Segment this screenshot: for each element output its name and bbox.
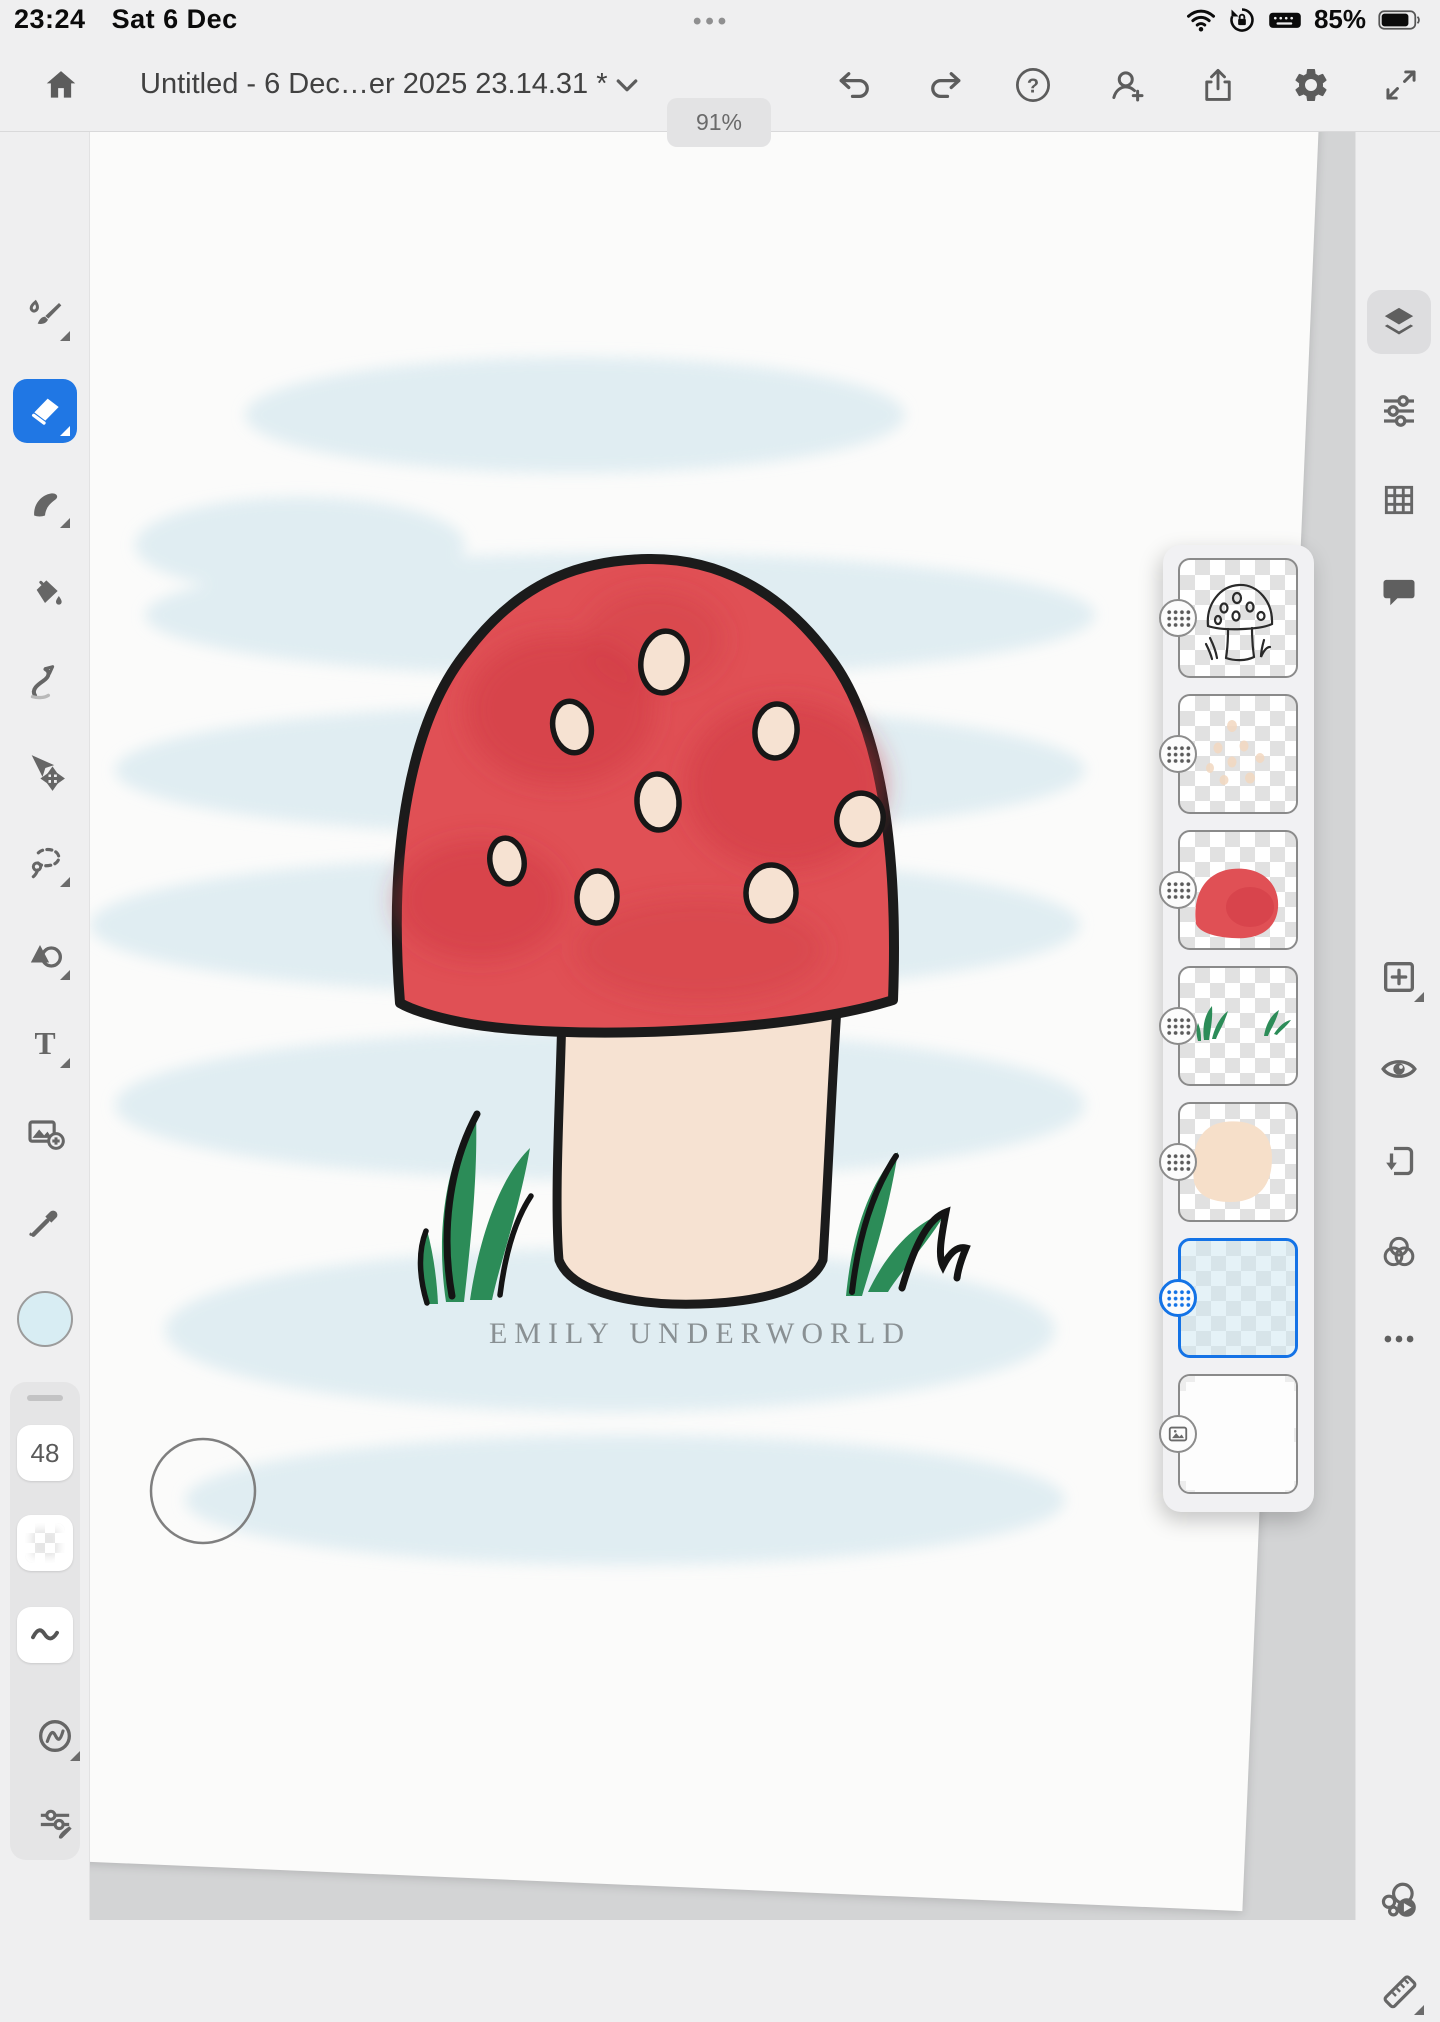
status-time: 23:24	[14, 4, 86, 34]
panel-drag-handle[interactable]	[27, 1395, 63, 1401]
layer-visibility-button[interactable]	[1367, 1037, 1431, 1101]
battery-icon	[1378, 8, 1422, 32]
tool-submenu-triangle	[1414, 2005, 1424, 2015]
layers-panel-button[interactable]	[1367, 290, 1431, 354]
liquify-tool-button[interactable]	[13, 650, 77, 714]
layer-badge-selected[interactable]	[1159, 1279, 1197, 1317]
timelapse-button[interactable]	[1367, 1868, 1431, 1932]
keyboard-icon	[1268, 8, 1302, 32]
tools-sidebar: T 48	[0, 132, 90, 1920]
fullscreen-expand-icon[interactable]	[1378, 62, 1424, 108]
layer-texture-dots	[1165, 881, 1191, 899]
layer-row-stem-fill[interactable]	[1159, 1102, 1314, 1222]
layer-badge[interactable]	[1159, 599, 1197, 637]
adjustments-button[interactable]	[1367, 379, 1431, 443]
status-bar: 23:24 Sat 6 Dec ••• 85%	[0, 0, 1440, 38]
add-layer-button[interactable]	[1367, 945, 1431, 1009]
layer-texture-dots	[1165, 609, 1191, 627]
tool-submenu-triangle	[1414, 992, 1424, 1002]
brush-settings-button[interactable]	[23, 1790, 87, 1854]
eraser-tool-button[interactable]	[13, 379, 77, 443]
layer-row-blue-wash[interactable]	[1159, 1238, 1314, 1358]
help-button[interactable]: ?	[1010, 62, 1056, 108]
layer-texture-dots	[1165, 745, 1191, 763]
eyedropper-tool-button[interactable]	[13, 1191, 77, 1255]
layer-badge[interactable]	[1159, 1007, 1197, 1045]
grid-settings-button[interactable]	[1367, 468, 1431, 532]
layer-row-grass[interactable]	[1159, 966, 1314, 1086]
comments-button[interactable]	[1367, 559, 1431, 623]
stabilizer-button[interactable]	[23, 1704, 87, 1768]
layer-row-background[interactable]	[1159, 1374, 1314, 1494]
share-button[interactable]	[1195, 62, 1241, 108]
chevron-down-icon[interactable]	[612, 74, 642, 98]
fill-tool-button[interactable]	[13, 562, 77, 626]
rotation-lock-icon	[1228, 6, 1256, 34]
tool-submenu-triangle	[60, 970, 70, 980]
lasso-select-tool-button[interactable]	[13, 830, 77, 894]
layer-badge-background[interactable]	[1159, 1415, 1197, 1453]
layer-badge[interactable]	[1159, 871, 1197, 909]
brush-tool-button[interactable]	[13, 284, 77, 348]
multitask-dots-icon: •••	[693, 8, 731, 35]
smoothing-button[interactable]	[17, 1607, 73, 1663]
shapes-tool-button[interactable]	[13, 923, 77, 987]
panels-sidebar	[1355, 132, 1440, 2015]
clip-mask-button[interactable]	[1367, 1129, 1431, 1193]
undo-button[interactable]	[832, 62, 878, 108]
ruler-button[interactable]	[1367, 1958, 1431, 2022]
active-color-swatch[interactable]	[17, 1291, 73, 1347]
move-tool-button[interactable]	[13, 739, 77, 803]
fresco-app-window: 23:24 Sat 6 Dec ••• 85% Untitled - 6 Dec…	[0, 0, 1440, 2015]
wifi-icon	[1186, 7, 1216, 33]
zoom-level-value: 91%	[695, 109, 743, 135]
layer-texture-dots	[1165, 1289, 1191, 1307]
mushroom-stem	[552, 1003, 842, 1309]
document-title[interactable]: Untitled - 6 Dec…er 2025 23.14.31 *	[140, 68, 608, 101]
more-options-button[interactable]	[1367, 1307, 1431, 1371]
redo-button[interactable]	[922, 62, 968, 108]
layer-row-spots[interactable]	[1159, 694, 1314, 814]
status-date: Sat 6 Dec	[111, 4, 238, 34]
opacity-swatch-button[interactable]	[17, 1515, 73, 1571]
zoom-level-badge[interactable]: 91%	[667, 98, 771, 147]
layer-badge[interactable]	[1159, 735, 1197, 773]
tool-submenu-triangle	[70, 1751, 80, 1761]
invite-person-button[interactable]	[1104, 62, 1150, 108]
battery-percent: 85%	[1313, 4, 1366, 34]
text-tool-button[interactable]: T	[13, 1011, 77, 1075]
layer-texture-dots	[1165, 1153, 1191, 1171]
transparency-checker	[25, 1523, 65, 1563]
tool-submenu-triangle	[60, 1058, 70, 1068]
layer-badge[interactable]	[1159, 1143, 1197, 1181]
blend-mode-button[interactable]	[1367, 1220, 1431, 1284]
layers-panel	[1159, 545, 1314, 1512]
smudge-tool-button[interactable]	[13, 471, 77, 535]
tool-submenu-triangle	[60, 426, 70, 436]
brush-size-button[interactable]: 48	[17, 1425, 73, 1481]
artist-signature: EMILY UNDERWORLD	[489, 1317, 911, 1350]
svg-text:?: ?	[1027, 76, 1039, 98]
svg-text:T: T	[34, 1026, 55, 1061]
layer-row-sketch[interactable]	[1159, 558, 1314, 678]
tool-submenu-triangle	[60, 331, 70, 341]
tool-options-panel: 48	[10, 1382, 80, 1860]
add-image-tool-button[interactable]	[13, 1100, 77, 1164]
home-button[interactable]	[38, 62, 84, 108]
document-toolbar: Untitled - 6 Dec…er 2025 23.14.31 * 91% …	[0, 38, 1440, 147]
tool-submenu-triangle	[60, 518, 70, 528]
layer-row-red-cap[interactable]	[1159, 830, 1314, 950]
layer-texture-dots	[1165, 1017, 1191, 1035]
brush-size-value: 48	[30, 1437, 60, 1468]
tool-submenu-triangle	[60, 877, 70, 887]
image-icon	[1168, 1426, 1188, 1442]
settings-gear-icon[interactable]	[1288, 62, 1334, 108]
